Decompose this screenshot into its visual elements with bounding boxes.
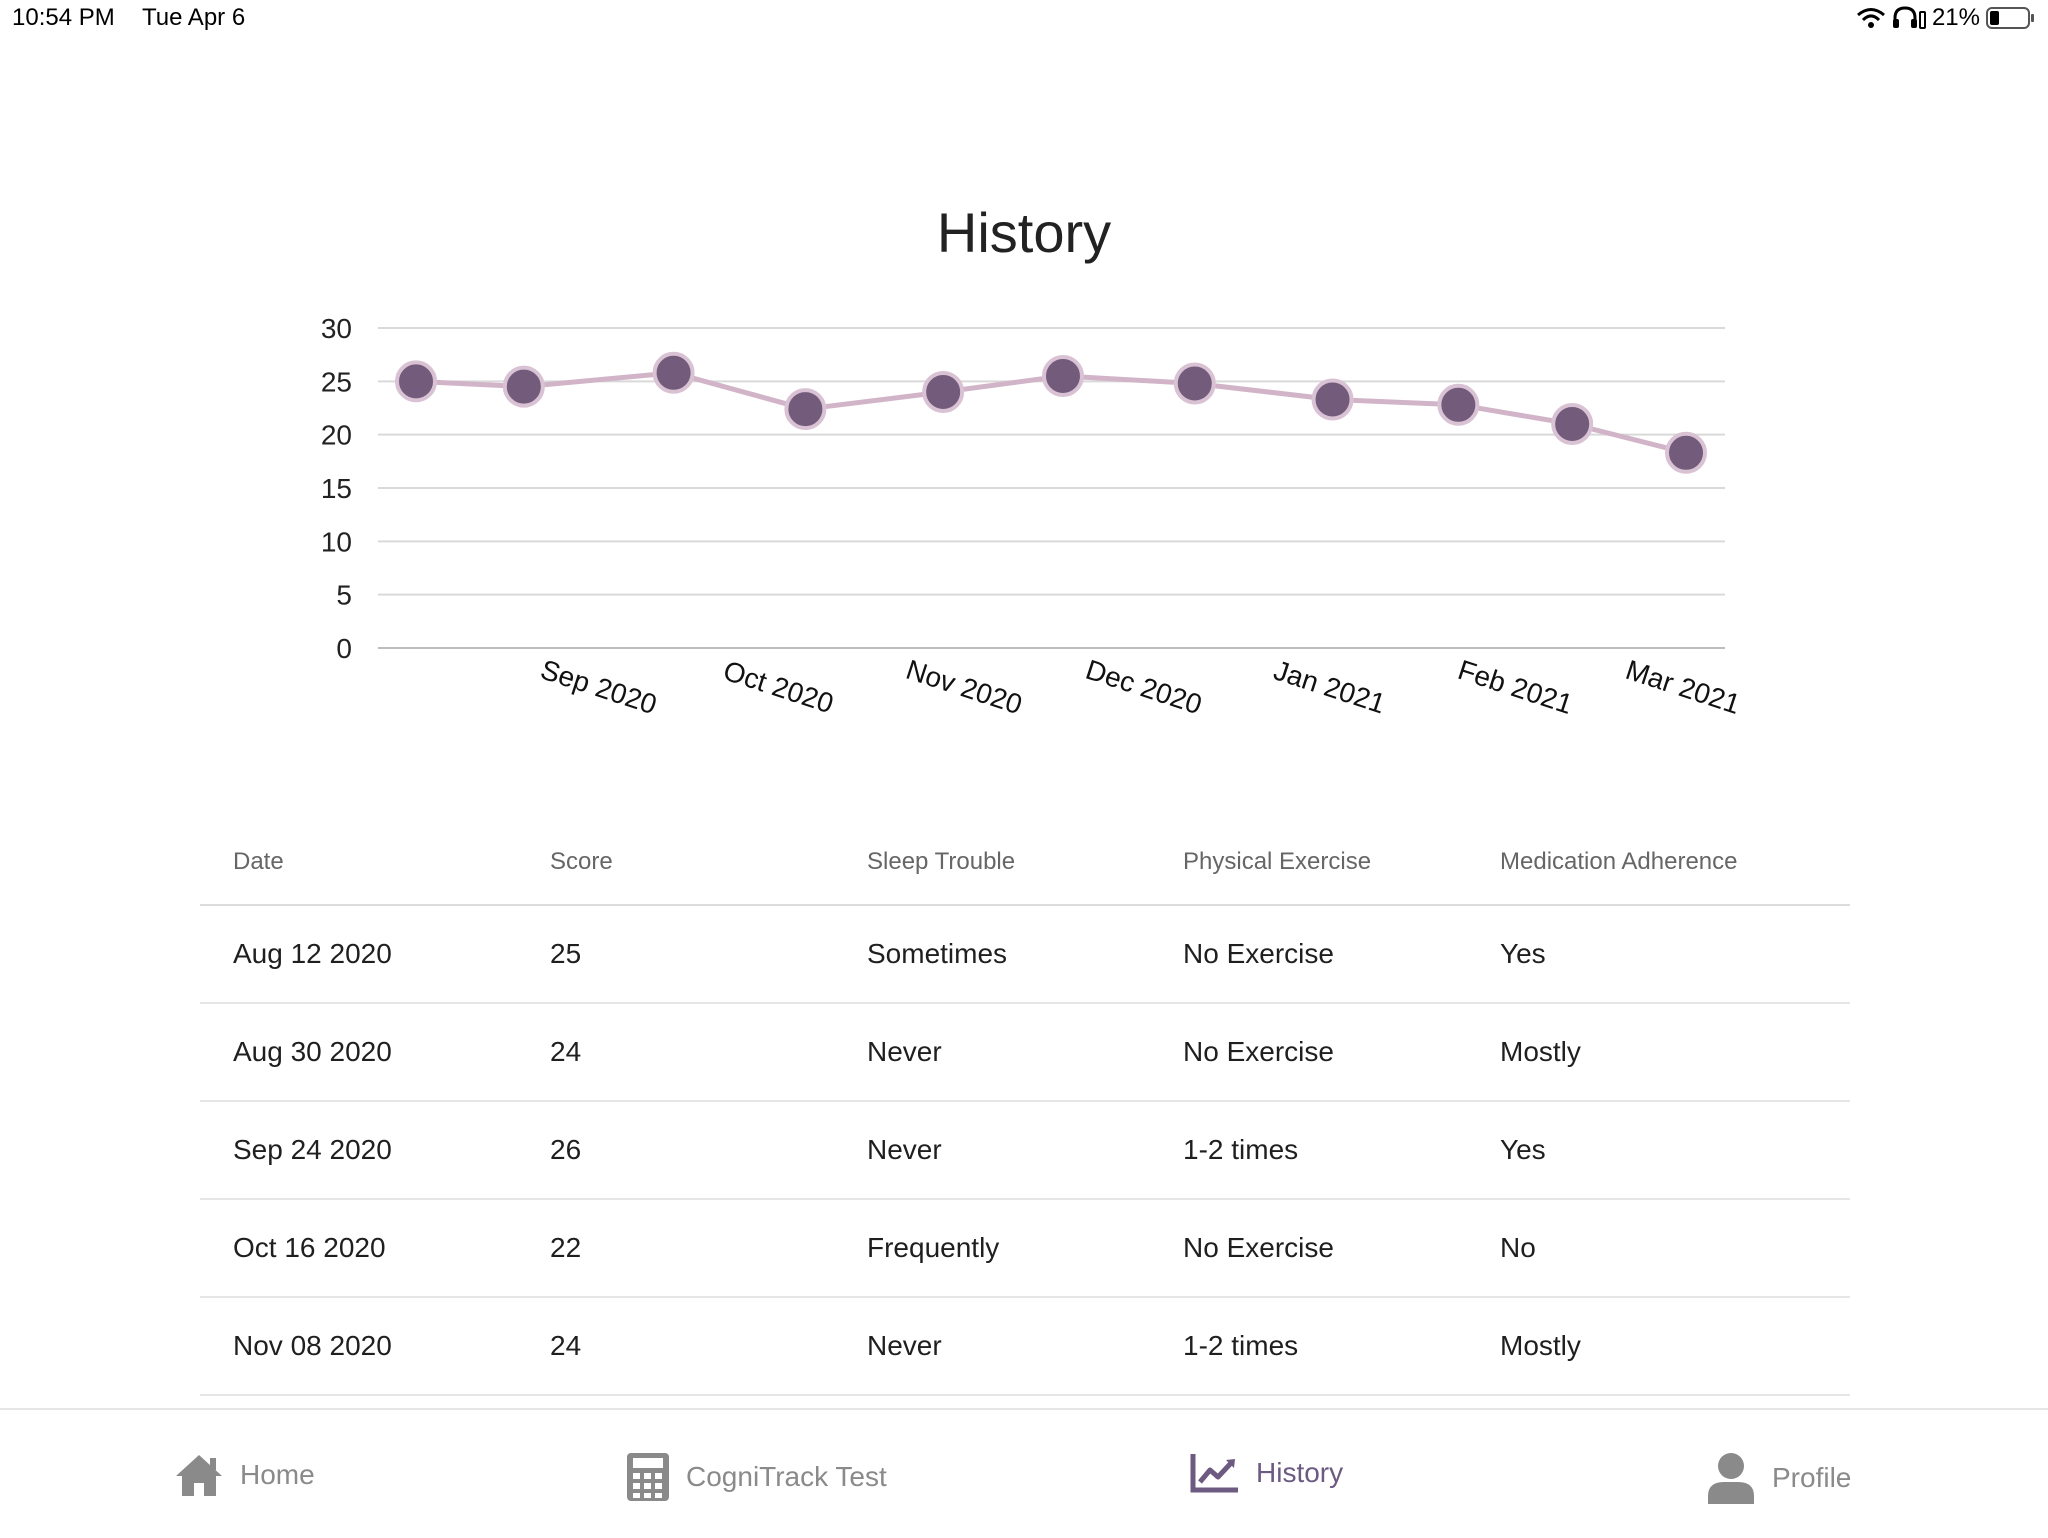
cell-sleep-trouble: Never <box>867 1330 942 1361</box>
cell-date: Nov 08 2020 <box>233 1330 392 1361</box>
cell-sleep-trouble: Never <box>867 1134 942 1165</box>
battery-icon <box>1986 7 2034 29</box>
cell-physical-exercise: No Exercise <box>1183 1036 1334 1067</box>
cell-medication-adherence: No <box>1500 1232 1536 1263</box>
x-tick-label: Nov 2020 <box>902 654 1026 721</box>
y-tick-label: 5 <box>336 580 352 611</box>
calculator-icon <box>627 1453 669 1501</box>
cell-medication-adherence: Yes <box>1500 1134 1546 1165</box>
history-table: Date Score Sleep Trouble Physical Exerci… <box>200 820 1850 1396</box>
data-point <box>1041 355 1084 397</box>
cell-date: Oct 16 2020 <box>233 1232 386 1263</box>
table-header: Date Score Sleep Trouble Physical Exerci… <box>200 820 1850 906</box>
header-medication-adherence: Medication Adherence <box>1500 848 1738 875</box>
cell-physical-exercise: No Exercise <box>1183 1232 1334 1263</box>
data-point <box>784 388 827 431</box>
table-row: Oct 16 2020 22 Frequently No Exercise No <box>200 1200 1850 1298</box>
nav-profile-label: Profile <box>1772 1462 1852 1493</box>
cell-score: 24 <box>550 1036 582 1067</box>
y-tick-label: 20 <box>321 420 352 451</box>
cell-physical-exercise: 1-2 times <box>1183 1134 1299 1165</box>
y-tick-label: 15 <box>321 473 352 504</box>
table-row: Aug 30 2020 24 Never No Exercise Mostly <box>200 1004 1850 1102</box>
headphones-icon <box>1892 6 1926 29</box>
battery-percent: 21% <box>1931 4 1980 31</box>
cell-medication-adherence: Mostly <box>1500 1036 1581 1067</box>
home-icon <box>176 1455 222 1496</box>
chart-line-icon <box>1190 1454 1238 1493</box>
table-row: Aug 12 2020 25 Sometimes No Exercise Yes <box>200 906 1850 1004</box>
cell-date: Sep 24 2020 <box>233 1134 392 1165</box>
status-bar: 10:54 PM Tue Apr 6 21% <box>0 0 2048 40</box>
y-tick-label: 25 <box>321 366 352 397</box>
data-point <box>1311 378 1354 421</box>
cell-physical-exercise: 1-2 times <box>1183 1330 1299 1361</box>
cell-sleep-trouble: Frequently <box>867 1232 1000 1263</box>
y-tick-label: 0 <box>336 633 352 664</box>
table-row: Sep 24 2020 26 Never 1-2 times Yes <box>200 1102 1850 1200</box>
data-point <box>395 360 437 403</box>
data-point <box>1173 362 1216 405</box>
cell-score: 24 <box>550 1330 582 1361</box>
nav-history[interactable]: History <box>1190 1452 1343 1494</box>
header-sleep-trouble: Sleep Trouble <box>867 848 1016 875</box>
nav-history-label: History <box>1256 1457 1344 1488</box>
y-tick-label: 10 <box>321 526 352 557</box>
cell-score: 25 <box>550 938 582 969</box>
nav-test-label: CogniTrack Test <box>686 1461 887 1492</box>
cell-date: Aug 30 2020 <box>233 1036 392 1067</box>
bottom-nav: Home CogniTrack Test History Profile <box>0 1408 2048 1538</box>
x-tick-label: Mar 2021 <box>1622 654 1744 720</box>
x-tick-label: Jan 2021 <box>1270 654 1389 719</box>
status-indicators: 21% <box>1856 4 2036 32</box>
cell-physical-exercise: No Exercise <box>1183 938 1334 969</box>
nav-profile[interactable]: Profile <box>1706 1452 1851 1504</box>
data-point <box>1665 431 1707 474</box>
cell-score: 22 <box>550 1232 582 1263</box>
person-icon <box>1708 1453 1754 1504</box>
data-point <box>502 365 545 408</box>
cell-date: Aug 12 2020 <box>233 938 392 969</box>
data-point <box>1551 403 1594 445</box>
header-score: Score <box>550 848 613 875</box>
x-tick-label: Dec 2020 <box>1082 654 1206 721</box>
header-date: Date <box>233 848 284 875</box>
nav-home[interactable]: Home <box>174 1452 315 1498</box>
status-date: Tue Apr 6 <box>142 4 246 31</box>
cell-sleep-trouble: Sometimes <box>867 938 1008 969</box>
page-title: History <box>936 201 1112 264</box>
header-physical-exercise: Physical Exercise <box>1183 848 1372 875</box>
data-point <box>1437 383 1480 426</box>
data-point <box>652 351 695 394</box>
nav-cognitrack-test[interactable]: CogniTrack Test <box>626 1452 887 1502</box>
data-point <box>922 371 965 413</box>
y-tick-label: 30 <box>321 313 352 344</box>
table-row: Nov 08 2020 24 Never 1-2 times Mostly <box>200 1298 1850 1396</box>
cell-score: 26 <box>550 1134 582 1165</box>
wifi-icon <box>1856 8 1885 28</box>
status-time: 10:54 PM <box>12 4 115 31</box>
cell-sleep-trouble: Never <box>867 1036 942 1067</box>
history-line-chart: 30 25 20 15 10 5 0 Sep 2020 Oct 2020 Nov 2020 Dec … <box>321 313 1744 721</box>
nav-home-label: Home <box>240 1459 315 1490</box>
x-tick-label: Sep 2020 <box>537 654 661 721</box>
x-tick-label: Feb 2021 <box>1454 654 1576 720</box>
cell-medication-adherence: Yes <box>1500 938 1546 969</box>
cell-medication-adherence: Mostly <box>1500 1330 1581 1361</box>
x-tick-label: Oct 2020 <box>720 655 838 720</box>
